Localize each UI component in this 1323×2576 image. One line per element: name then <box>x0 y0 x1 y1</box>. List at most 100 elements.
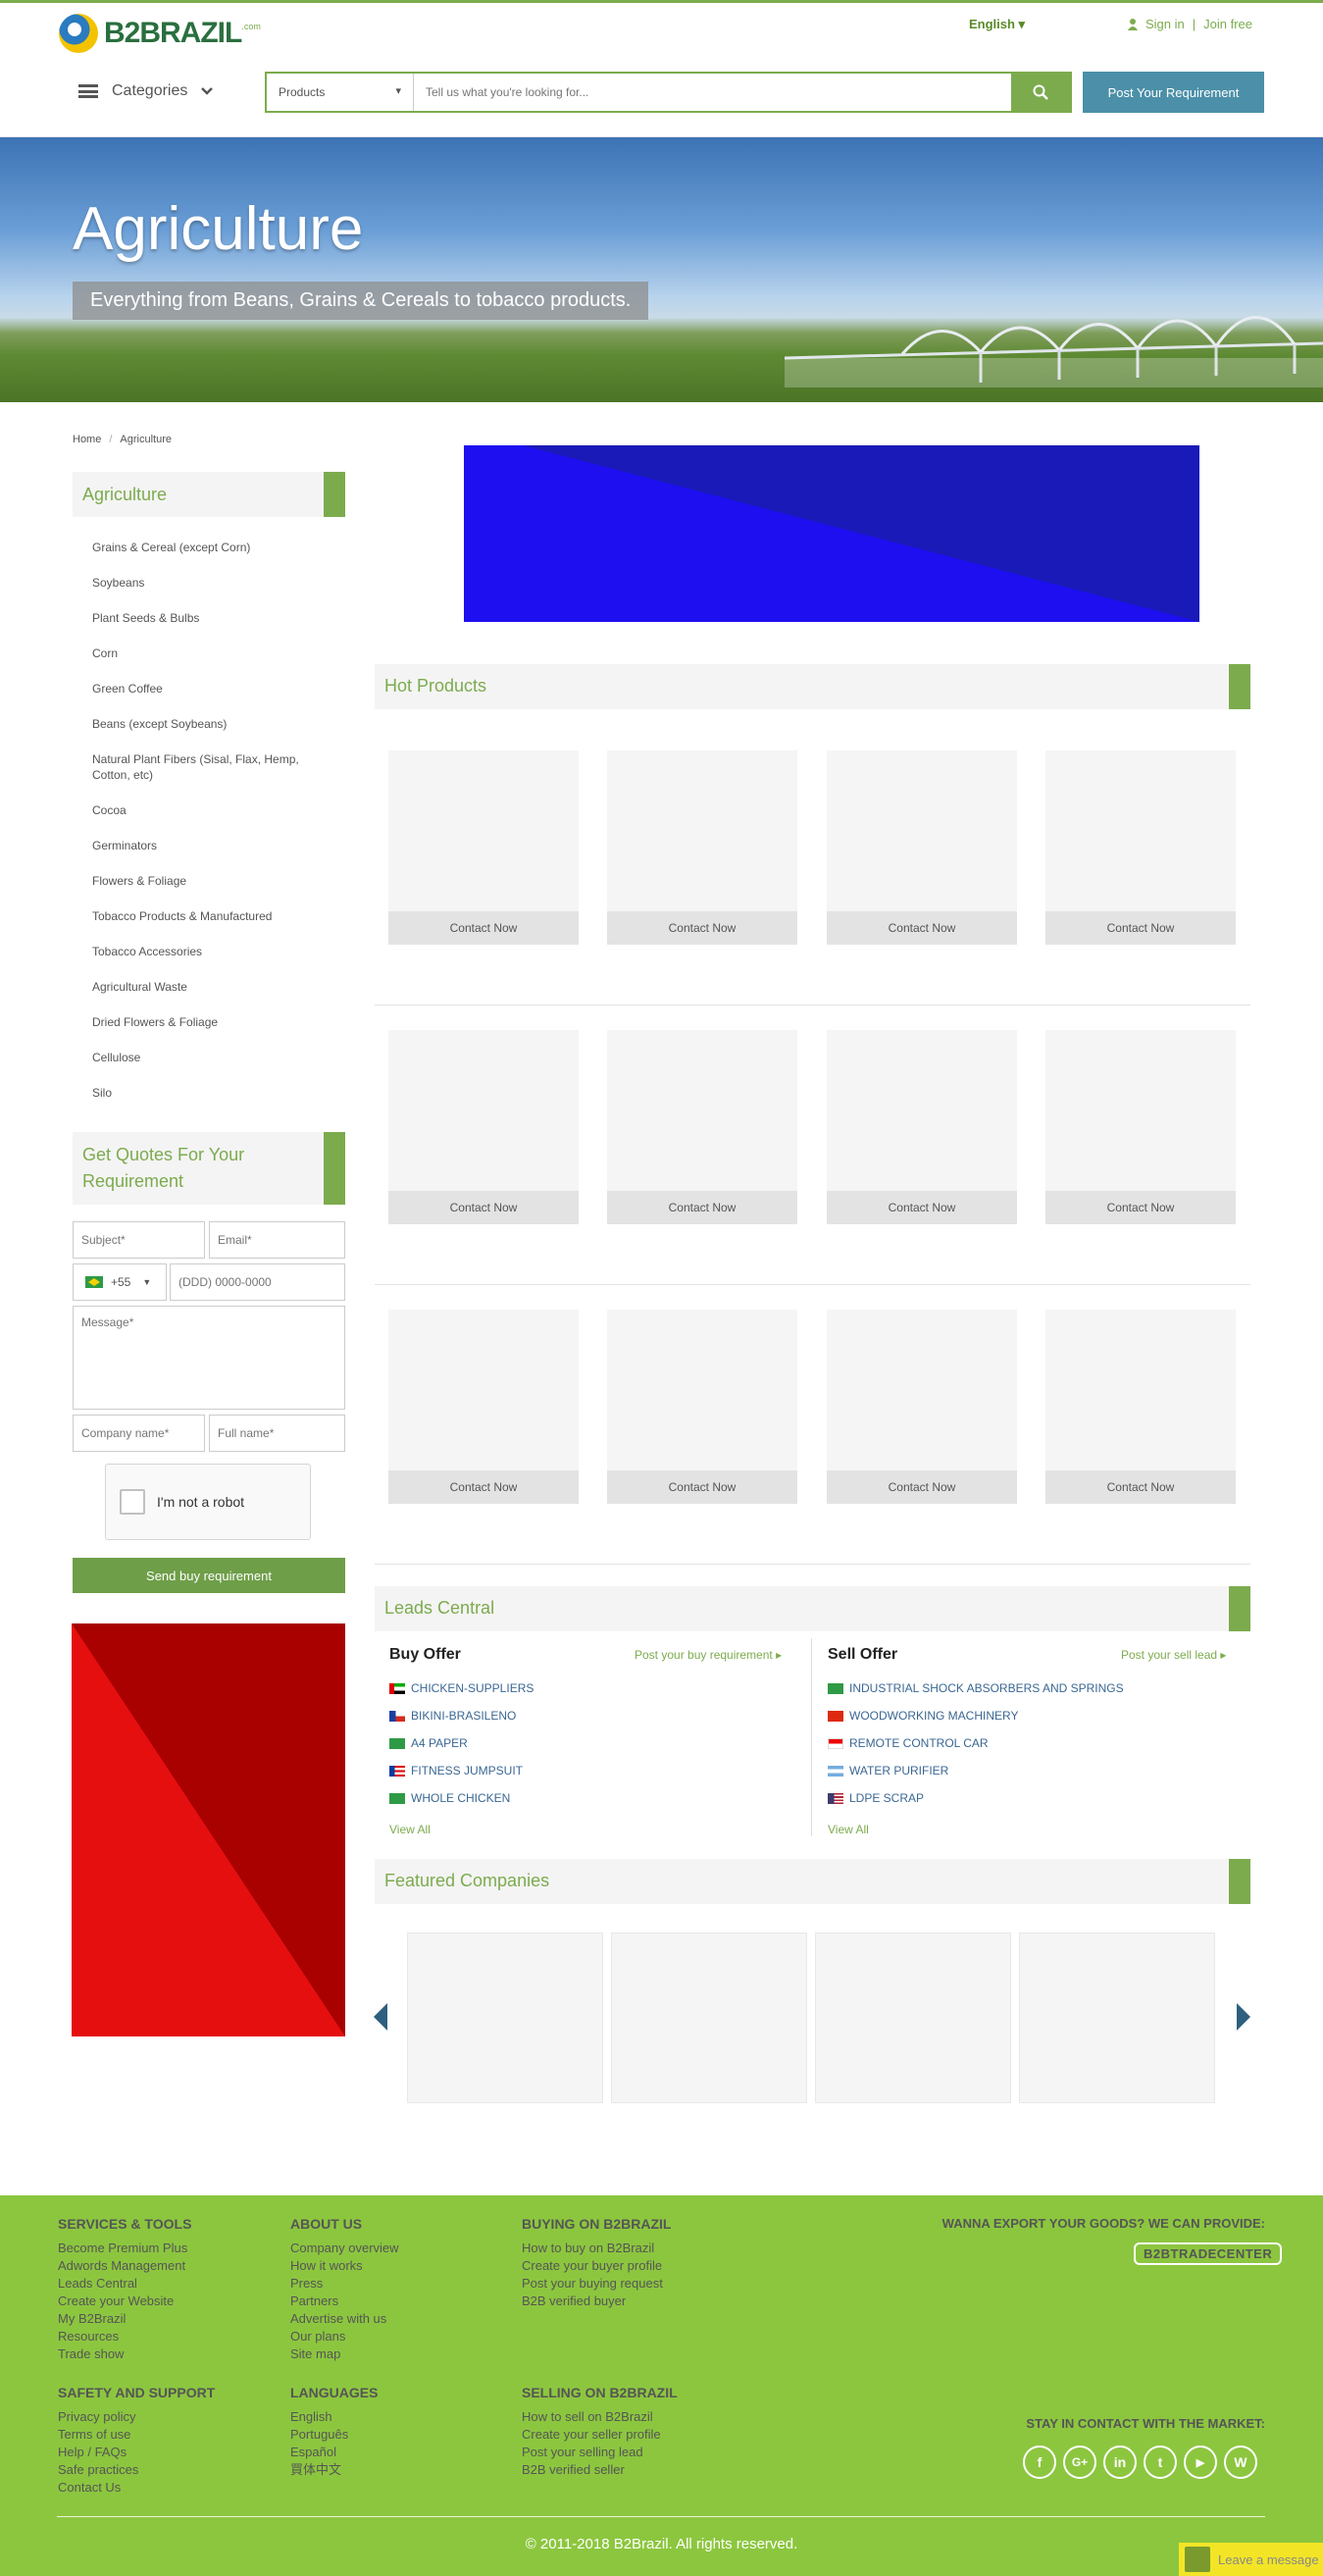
category-item[interactable]: Flowers & Foliage <box>92 873 337 889</box>
footer-link[interactable]: Press <box>290 2275 399 2293</box>
footer-link[interactable]: B2B verified seller <box>522 2461 678 2479</box>
category-item[interactable]: Silo <box>92 1085 337 1101</box>
category-item[interactable]: Agricultural Waste <box>92 979 337 995</box>
contact-now-button[interactable]: Contact Now <box>388 911 579 945</box>
category-item[interactable]: Soybeans <box>92 575 337 591</box>
post-buy-requirement-link[interactable]: Post your buy requirement ▸ <box>635 1648 782 1662</box>
category-item[interactable]: Corn <box>92 645 337 661</box>
post-requirement-button[interactable]: Post Your Requirement <box>1083 72 1264 113</box>
footer-link[interactable]: Site map <box>290 2345 399 2363</box>
product-card[interactable]: Contact Now <box>827 1030 1017 1224</box>
category-item[interactable]: Cocoa <box>92 802 337 818</box>
phone-field[interactable] <box>170 1263 345 1301</box>
footer-link[interactable]: Create your buyer profile <box>522 2257 671 2275</box>
footer-link[interactable]: Privacy policy <box>58 2408 215 2426</box>
category-item[interactable]: Plant Seeds & Bulbs <box>92 610 337 626</box>
footer-link[interactable]: Company overview <box>290 2240 399 2257</box>
recaptcha-checkbox[interactable] <box>120 1489 145 1515</box>
category-item[interactable]: Dried Flowers & Foliage <box>92 1014 337 1030</box>
category-item[interactable]: Beans (except Soybeans) <box>92 716 337 732</box>
youtube-icon[interactable]: ▶ <box>1184 2446 1217 2479</box>
search-input[interactable] <box>414 74 1011 111</box>
footer-link[interactable]: Safe practices <box>58 2461 215 2479</box>
footer-link[interactable]: Terms of use <box>58 2426 215 2444</box>
contact-now-button[interactable]: Contact Now <box>827 1191 1017 1224</box>
footer-link[interactable]: Leads Central <box>58 2275 191 2293</box>
contact-now-button[interactable]: Contact Now <box>388 1470 579 1504</box>
category-item[interactable]: Grains & Cereal (except Corn) <box>92 540 337 555</box>
footer-link[interactable]: Create your seller profile <box>522 2426 678 2444</box>
footer-link[interactable]: B2B verified buyer <box>522 2293 671 2310</box>
buy-lead-item[interactable]: A4 PAPER <box>389 1736 468 1750</box>
contact-now-button[interactable]: Contact Now <box>827 1470 1017 1504</box>
product-card[interactable]: Contact Now <box>827 750 1017 945</box>
footer-link[interactable]: Português <box>290 2426 378 2444</box>
footer-link[interactable]: Trade show <box>58 2345 191 2363</box>
footer-link[interactable]: Contact Us <box>58 2479 215 2497</box>
buy-view-all-link[interactable]: View All <box>389 1823 431 1836</box>
contact-now-button[interactable]: Contact Now <box>388 1191 579 1224</box>
subject-field[interactable] <box>73 1221 205 1259</box>
buy-lead-item[interactable]: BIKINI-BRASILENO <box>389 1709 516 1723</box>
contact-now-button[interactable]: Contact Now <box>1045 1470 1236 1504</box>
contact-now-button[interactable]: Contact Now <box>827 911 1017 945</box>
phone-country-select[interactable]: +55 ▼ <box>73 1263 167 1301</box>
product-card[interactable]: Contact Now <box>1045 750 1236 945</box>
category-item[interactable]: Tobacco Accessories <box>92 944 337 959</box>
footer-link[interactable]: Español <box>290 2444 378 2461</box>
footer-link[interactable]: Resources <box>58 2328 191 2345</box>
top-ad-banner[interactable] <box>464 445 1199 622</box>
footer-link[interactable]: Help / FAQs <box>58 2444 215 2461</box>
contact-now-button[interactable]: Contact Now <box>1045 911 1236 945</box>
sell-lead-item[interactable]: REMOTE CONTROL CAR <box>828 1736 989 1750</box>
footer-link[interactable]: My B2Brazil <box>58 2310 191 2328</box>
facebook-icon[interactable]: f <box>1023 2446 1056 2479</box>
sell-lead-item[interactable]: WATER PURIFIER <box>828 1764 948 1777</box>
product-card[interactable]: Contact Now <box>827 1310 1017 1504</box>
post-sell-lead-link[interactable]: Post your sell lead ▸ <box>1121 1648 1226 1662</box>
contact-now-button[interactable]: Contact Now <box>607 1191 797 1224</box>
product-card[interactable]: Contact Now <box>607 1030 797 1224</box>
send-buy-requirement-button[interactable]: Send buy requirement <box>73 1558 345 1593</box>
search-button[interactable] <box>1011 74 1070 111</box>
google-plus-icon[interactable]: G+ <box>1063 2446 1096 2479</box>
footer-link[interactable]: How it works <box>290 2257 399 2275</box>
footer-link[interactable]: Our plans <box>290 2328 399 2345</box>
categories-menu[interactable]: Categories <box>78 82 214 100</box>
company-card[interactable] <box>407 1932 603 2103</box>
carousel-prev-arrow-icon[interactable] <box>374 2003 387 2031</box>
contact-now-button[interactable]: Contact Now <box>607 1470 797 1504</box>
footer-link[interactable]: Advertise with us <box>290 2310 399 2328</box>
product-card[interactable]: Contact Now <box>388 1030 579 1224</box>
product-card[interactable]: Contact Now <box>388 750 579 945</box>
footer-link[interactable]: Become Premium Plus <box>58 2240 191 2257</box>
product-card[interactable]: Contact Now <box>1045 1310 1236 1504</box>
product-card[interactable]: Contact Now <box>1045 1030 1236 1224</box>
sell-lead-item[interactable]: INDUSTRIAL SHOCK ABSORBERS AND SPRINGS <box>828 1681 1124 1695</box>
category-item[interactable]: Germinators <box>92 838 337 853</box>
leave-message-widget[interactable]: Leave a message <box>1179 2543 1323 2576</box>
full-name-field[interactable] <box>209 1415 345 1452</box>
linkedin-icon[interactable]: in <box>1103 2446 1137 2479</box>
carousel-next-arrow-icon[interactable] <box>1237 2003 1250 2031</box>
join-free-link[interactable]: Join free <box>1203 17 1252 31</box>
sign-in-link[interactable]: Sign in <box>1145 17 1185 31</box>
category-item[interactable]: Tobacco Products & Manufactured <box>92 908 337 924</box>
product-card[interactable]: Contact Now <box>607 750 797 945</box>
sell-lead-item[interactable]: WOODWORKING MACHINERY <box>828 1709 1018 1723</box>
footer-link[interactable]: How to buy on B2Brazil <box>522 2240 671 2257</box>
company-name-field[interactable] <box>73 1415 205 1452</box>
wordpress-icon[interactable]: W <box>1224 2446 1257 2479</box>
footer-link[interactable]: Post your buying request <box>522 2275 671 2293</box>
category-item[interactable]: Natural Plant Fibers (Sisal, Flax, Hemp,… <box>92 751 337 783</box>
sell-view-all-link[interactable]: View All <box>828 1823 869 1836</box>
search-category-select[interactable]: Products <box>267 74 414 111</box>
buy-lead-item[interactable]: FITNESS JUMPSUIT <box>389 1764 523 1777</box>
company-card[interactable] <box>815 1932 1011 2103</box>
category-item[interactable]: Green Coffee <box>92 681 337 696</box>
email-field[interactable] <box>209 1221 345 1259</box>
recaptcha-widget[interactable]: I'm not a robot <box>105 1464 311 1540</box>
contact-now-button[interactable]: Contact Now <box>607 911 797 945</box>
twitter-icon[interactable]: t <box>1144 2446 1177 2479</box>
footer-link[interactable]: Adwords Management <box>58 2257 191 2275</box>
